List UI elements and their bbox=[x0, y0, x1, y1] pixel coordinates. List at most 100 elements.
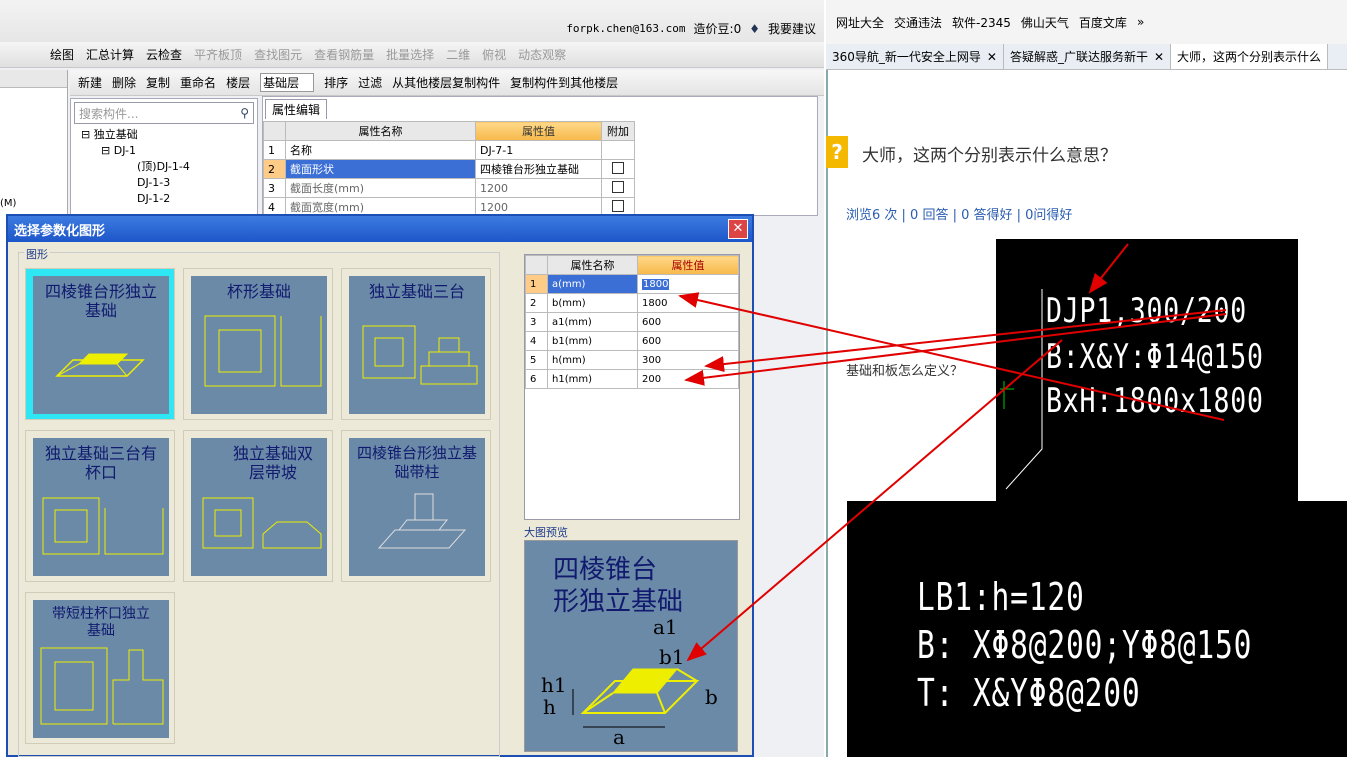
dim-a1: a1 bbox=[653, 615, 678, 639]
more-icon[interactable]: » bbox=[1137, 15, 1144, 29]
pyramid-with-column-icon bbox=[377, 493, 467, 549]
param-row[interactable]: 2 b(mm) 1800 bbox=[525, 293, 739, 313]
browser-tab[interactable]: 360导航_新一代安全上网导 ✕ bbox=[826, 44, 1004, 69]
property-table: 属性名称 属性值 附加 1 名称 DJ-7-1 2 截面形状 四棱锥台形独立基础 3 截面… bbox=[263, 121, 635, 217]
param-table: 属性名称 属性值 1 a(mm) 1800 2 b(mm) 1800 3 a1(mm) 600… bbox=[525, 255, 739, 389]
table-row[interactable]: 3 截面长度(mm) 1200 bbox=[263, 178, 635, 198]
table-row[interactable]: 1 名称 DJ-7-1 bbox=[263, 140, 635, 160]
search-placeholder: 搜索构件... bbox=[79, 106, 139, 121]
param-value-input[interactable]: 1800 bbox=[642, 278, 670, 290]
component-tree: 搜索构件... ⚲ ⊟ 独立基础 ⊟ DJ-1 (顶)DJ-1-4 DJ-1-3… bbox=[70, 98, 258, 218]
tb-topview[interactable]: 俯视 bbox=[482, 46, 506, 63]
preview-pyramid-icon bbox=[572, 668, 700, 728]
tb-copy-to[interactable]: 复制构件到其他楼层 bbox=[510, 74, 618, 91]
browser-tab[interactable]: 答疑解惑_广联达服务新干 ✕ bbox=[1004, 44, 1172, 69]
left-nav-label: (M) bbox=[0, 198, 17, 209]
pyramid-foundation-icon bbox=[55, 353, 145, 377]
tree-item[interactable]: (顶)DJ-1-4 bbox=[71, 159, 257, 175]
cad-line: B: XΦ8@200;YΦ8@150 bbox=[917, 623, 1253, 667]
param-row[interactable]: 3 a1(mm) 600 bbox=[525, 312, 739, 332]
close-icon[interactable]: ✕ bbox=[987, 50, 997, 64]
left-nav-header bbox=[0, 70, 67, 88]
question-stats[interactable]: 浏览6 次 | 0 回答 | 0 答得好 | 0问得好 bbox=[846, 204, 1072, 223]
tree-root[interactable]: ⊟ 独立基础 bbox=[71, 127, 257, 143]
tb-delete[interactable]: 删除 bbox=[112, 74, 136, 91]
tb-rename[interactable]: 重命名 bbox=[180, 74, 216, 91]
param-row[interactable]: 4 b1(mm) 600 bbox=[525, 331, 739, 351]
tb-sort[interactable]: 排序 bbox=[324, 74, 348, 91]
shape-card[interactable]: 四棱锥台形独立基础 bbox=[25, 268, 175, 420]
suggest-link[interactable]: 我要建议 bbox=[768, 20, 816, 37]
dim-h1: h1 bbox=[541, 673, 567, 697]
param-row[interactable]: 5 h(mm) 300 bbox=[525, 350, 739, 370]
tb-filter[interactable]: 过滤 bbox=[358, 74, 382, 91]
tab-property-edit[interactable]: 属性编辑 bbox=[265, 99, 328, 119]
table-row[interactable]: 2 截面形状 四棱锥台形独立基础 bbox=[263, 159, 635, 179]
toolbar-component: 新建 删除 复制 重命名 楼层 基础层 排序 过滤 从其他楼层复制构件 复制构件… bbox=[70, 70, 824, 96]
cad-image-slab: LB1:h=120 B: XΦ8@200;YΦ8@150 T: X&YΦ8@20… bbox=[847, 501, 1347, 757]
tb-draw[interactable]: 绘图 bbox=[50, 46, 74, 63]
shape-thumbnail: 四棱锥台形独立基础带柱 bbox=[349, 438, 485, 576]
short-column-cup-icon bbox=[40, 647, 164, 725]
tb-align-top[interactable]: 平齐板顶 bbox=[194, 46, 242, 63]
param-row[interactable]: 6 h1(mm) 200 bbox=[525, 369, 739, 389]
param-shape-dialog: 选择参数化图形 ✕ 图形 四棱锥台形独立基础 杯形基础 独立基础三台 独立基础三… bbox=[6, 214, 754, 757]
shape-card[interactable]: 四棱锥台形独立基础带柱 bbox=[341, 430, 491, 582]
bell-icon[interactable]: ♦ bbox=[749, 22, 760, 36]
shape-card[interactable]: 杯形基础 bbox=[183, 268, 333, 420]
tb-copy-from[interactable]: 从其他楼层复制构件 bbox=[392, 74, 500, 91]
shape-thumbnail: 杯形基础 bbox=[191, 276, 327, 414]
browser-tab-active[interactable]: 大师，这两个分别表示什么 bbox=[1171, 44, 1329, 69]
cup-three-tier-icon bbox=[42, 497, 164, 555]
cup-foundation-icon bbox=[204, 315, 322, 387]
tb-new[interactable]: 新建 bbox=[78, 74, 102, 91]
tb-rebar[interactable]: 查看钢筋量 bbox=[314, 46, 374, 63]
tree-child[interactable]: ⊟ DJ-1 bbox=[71, 143, 257, 159]
extra-checkbox[interactable] bbox=[612, 199, 624, 212]
tb-find[interactable]: 查找图元 bbox=[254, 46, 302, 63]
bookmark-bar: 网址大全 交通违法 软件-2345 佛山天气 百度文库 » bbox=[826, 0, 1347, 44]
search-icon[interactable]: ⚲ bbox=[240, 106, 249, 120]
double-slope-icon bbox=[202, 497, 322, 549]
side-question-text: 基础和板怎么定义？ bbox=[846, 364, 964, 379]
toolbar-main: 绘图 汇总计算 云检查 平齐板顶 查找图元 查看钢筋量 批量选择 二维 俯视 动… bbox=[0, 42, 824, 68]
property-panel: 属性编辑 属性名称 属性值 附加 1 名称 DJ-7-1 2 截面形状 四棱锥台形独立基… bbox=[262, 96, 818, 217]
cad-line: LB1:h=120 bbox=[917, 575, 1085, 619]
tree-item[interactable]: DJ-1-2 bbox=[71, 191, 257, 207]
shape-card[interactable]: 独立基础双层带坡 bbox=[183, 430, 333, 582]
cad-line: T: X&YΦ8@200 bbox=[917, 671, 1141, 715]
three-tier-foundation-icon bbox=[362, 325, 478, 385]
bookmark-item[interactable]: 交通违法 bbox=[894, 14, 942, 31]
tb-floor-select[interactable]: 基础层 bbox=[260, 73, 315, 92]
tree-item[interactable]: DJ-1-3 bbox=[71, 175, 257, 191]
param-table-panel: 属性名称 属性值 1 a(mm) 1800 2 b(mm) 1800 3 a1(mm) 600… bbox=[524, 254, 740, 520]
price-beans: 造价豆:0 bbox=[693, 22, 742, 36]
account-email[interactable]: forpk.chen@163.com bbox=[566, 22, 685, 35]
question-icon: ? bbox=[826, 136, 848, 168]
bookmark-item[interactable]: 网址大全 bbox=[836, 14, 884, 31]
shape-thumbnail: 独立基础双层带坡 bbox=[191, 438, 327, 576]
dim-b: b bbox=[705, 685, 718, 709]
bookmark-item[interactable]: 百度文库 bbox=[1079, 14, 1127, 31]
shape-card[interactable]: 独立基础三台有杯口 bbox=[25, 430, 175, 582]
component-search[interactable]: 搜索构件... ⚲ bbox=[74, 102, 254, 124]
dim-h: h bbox=[543, 695, 556, 719]
bookmark-item[interactable]: 佛山天气 bbox=[1021, 14, 1069, 31]
tb-batch-select[interactable]: 批量选择 bbox=[386, 46, 434, 63]
tb-summary[interactable]: 汇总计算 bbox=[86, 46, 134, 63]
extra-checkbox[interactable] bbox=[612, 161, 624, 174]
shape-card[interactable]: 带短柱杯口独立基础 bbox=[25, 592, 175, 744]
shape-thumbnail: 四棱锥台形独立基础 bbox=[33, 276, 169, 414]
close-icon[interactable]: ✕ bbox=[728, 219, 748, 239]
shape-thumbnail: 独立基础三台有杯口 bbox=[33, 438, 169, 576]
shape-card[interactable]: 独立基础三台 bbox=[341, 268, 491, 420]
param-row[interactable]: 1 a(mm) 1800 bbox=[525, 274, 739, 294]
tb-2d[interactable]: 二维 bbox=[446, 46, 470, 63]
bookmark-item[interactable]: 软件-2345 bbox=[952, 14, 1011, 31]
close-icon[interactable]: ✕ bbox=[1154, 50, 1164, 64]
tb-cloud-check[interactable]: 云检查 bbox=[146, 46, 182, 63]
extra-checkbox[interactable] bbox=[612, 180, 624, 193]
preview-image: 四棱锥台 形独立基础 a1 b1 h1 h b a bbox=[524, 540, 738, 752]
tb-dynamic[interactable]: 动态观察 bbox=[518, 46, 566, 63]
tb-copy[interactable]: 复制 bbox=[146, 74, 170, 91]
